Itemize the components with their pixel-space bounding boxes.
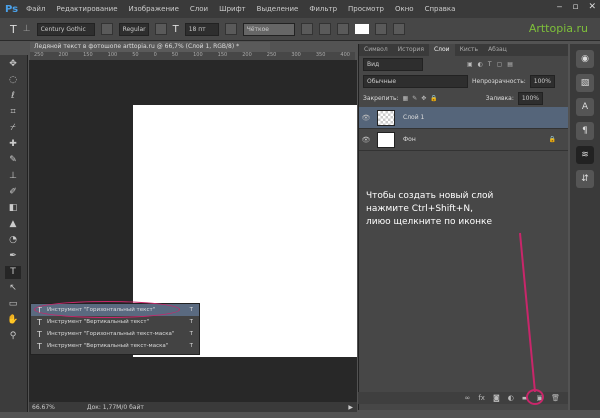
zoom-level[interactable]: 66.67%: [32, 404, 55, 411]
layers-icon[interactable]: ≋: [576, 146, 594, 164]
status-bar: 66.67% Док: 1,77M/0 байт ▶: [29, 402, 357, 412]
channels-icon[interactable]: ⇵: [576, 170, 594, 188]
paragraph-icon[interactable]: ¶: [576, 122, 594, 140]
doc-size: Док: 1,77M/0 байт: [86, 403, 144, 411]
character-icon[interactable]: A: [576, 98, 594, 116]
color-icon[interactable]: ◉: [576, 50, 594, 68]
adjustments-icon[interactable]: ▧: [576, 74, 594, 92]
highlight-circle: [526, 389, 544, 405]
status-menu-arrow[interactable]: ▶: [348, 404, 353, 411]
link-icon[interactable]: ∞: [465, 394, 471, 402]
panel-dock: ◉ ▧ A ¶ ≋ ⇵: [570, 44, 600, 410]
trash-icon[interactable]: 🗑: [551, 394, 560, 402]
mask-icon[interactable]: ◙: [493, 394, 500, 402]
adjustment-icon[interactable]: ◐: [508, 394, 514, 402]
fx-icon[interactable]: fx: [478, 394, 485, 402]
annotation-arrow: [519, 232, 536, 393]
